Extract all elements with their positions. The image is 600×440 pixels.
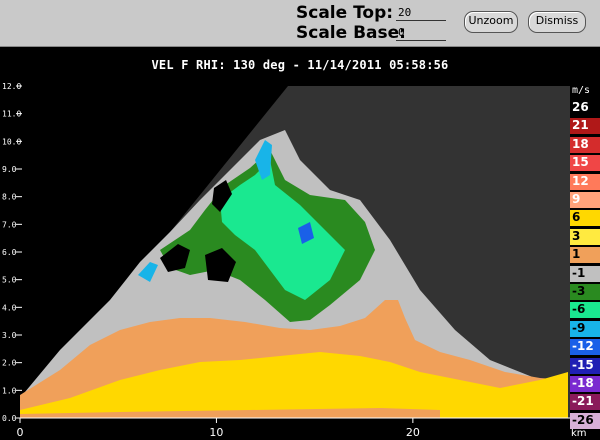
colorbar-entry: -15 — [570, 357, 600, 374]
x-tick-label: 0 — [17, 426, 24, 439]
colorbar-entry: -18 — [570, 376, 600, 392]
colorbar-entry: 18 — [570, 136, 600, 153]
rhi-plot[interactable]: 0.01.02.03.04.05.06.07.08.09.010.011.012… — [0, 0, 600, 440]
x-tick-label: 20 — [406, 426, 420, 439]
y-tick-label: 1.0 — [2, 386, 17, 395]
colorbar-entry: 12 — [570, 173, 600, 190]
colorbar-unit: m/s — [572, 85, 591, 96]
y-tick-label: 6.0 — [2, 248, 17, 257]
colorbar-entry: 1 — [570, 247, 600, 264]
y-tick-label: 4.0 — [2, 303, 17, 312]
colorbar-entry: 21 — [570, 118, 600, 135]
y-tick-label: 3.0 — [2, 331, 17, 340]
colorbar-entry: -1 — [570, 265, 600, 282]
x-axis-unit: km — [571, 428, 587, 439]
colorbar-entry: 26 — [570, 100, 600, 116]
colorbar-entry: 15 — [570, 155, 600, 172]
y-tick-label: 10.0 — [2, 137, 21, 146]
y-tick-label: 5.0 — [2, 276, 17, 285]
colorbar-entry: -9 — [570, 320, 600, 337]
colorbar-entry: 6 — [570, 210, 600, 227]
y-tick-label: 2.0 — [2, 359, 17, 368]
y-tick-label: 12.0 — [2, 82, 21, 91]
y-tick-label: 11.0 — [2, 110, 21, 119]
y-tick-label: 7.0 — [2, 220, 17, 229]
colorbar-entry: 3 — [570, 228, 600, 245]
velocity-field — [20, 86, 570, 418]
y-tick-label: 0.0 — [2, 414, 17, 423]
colorbar-entry: -12 — [570, 339, 600, 356]
colorbar-entry: -3 — [570, 284, 600, 300]
y-tick-label: 9.0 — [2, 165, 17, 174]
x-tick-label: 10 — [209, 426, 223, 439]
colorbar-entry: -6 — [570, 302, 600, 319]
y-tick-label: 8.0 — [2, 193, 17, 202]
colorbar-entry: 9 — [570, 192, 600, 208]
colorbar-entry: -26 — [570, 412, 600, 429]
colorbar-entry: -21 — [570, 394, 600, 411]
